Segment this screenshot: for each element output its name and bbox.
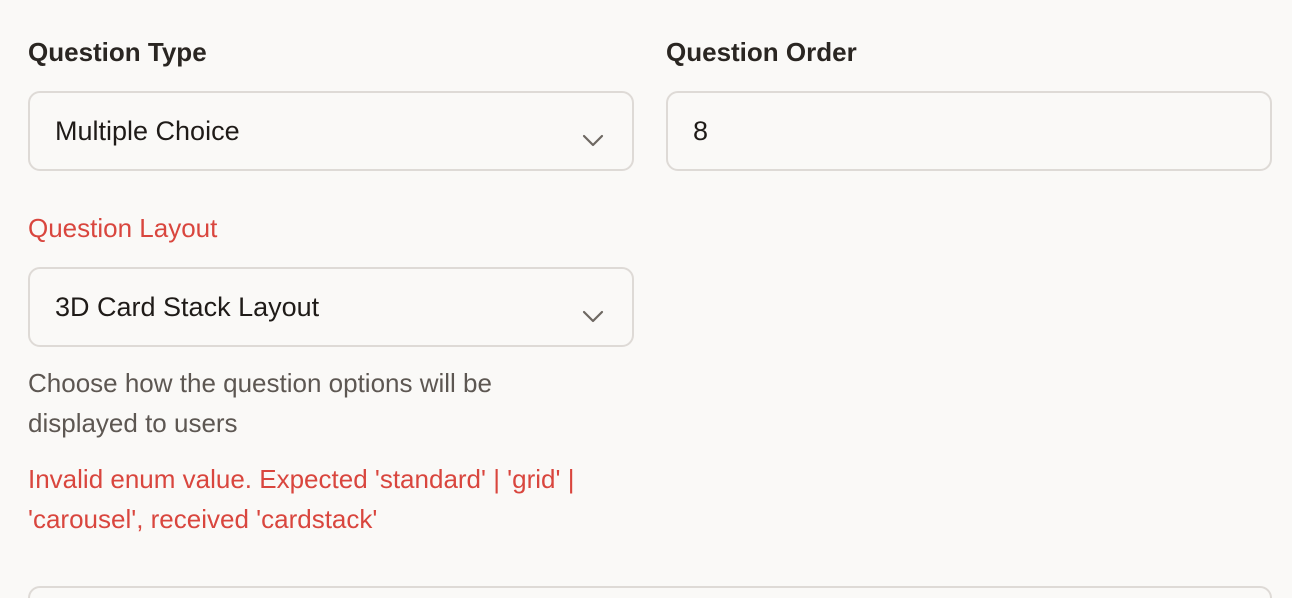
chevron-down-icon [582, 300, 604, 323]
question-order-value: 8 [693, 115, 709, 146]
question-order-input[interactable]: 8 [666, 91, 1272, 171]
question-type-select[interactable]: Multiple Choice [28, 91, 634, 171]
chevron-down-icon [582, 124, 604, 147]
question-layout-error-message: Invalid enum value. Expected 'standard' … [28, 464, 575, 534]
question-layout-select[interactable]: 3D Card Stack Layout [28, 267, 634, 347]
question-layout-label: Question Layout [28, 213, 218, 243]
question-layout-help-text: Choose how the question options will be … [28, 368, 492, 438]
question-settings-form: Question Type Multiple Choice Question O… [0, 0, 1292, 598]
next-field-partial[interactable] [28, 586, 1272, 598]
question-type-label: Question Type [28, 37, 207, 67]
question-order-label: Question Order [666, 37, 857, 67]
question-layout-value: 3D Card Stack Layout [55, 291, 320, 322]
question-type-value: Multiple Choice [55, 115, 240, 146]
